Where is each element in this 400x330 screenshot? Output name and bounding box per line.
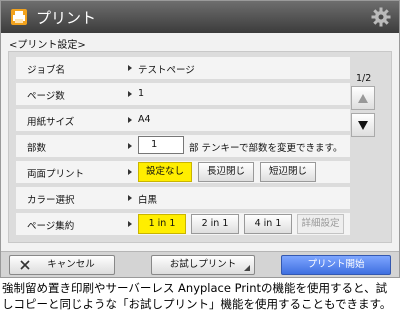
arrow-right-icon	[128, 195, 132, 201]
corner-marker-icon	[244, 265, 250, 271]
triangle-down-icon	[358, 121, 368, 130]
copies-hint: 部 テンキーで部数を変更できます。	[189, 143, 343, 154]
arrow-right-icon	[128, 65, 132, 71]
arrow-right-icon	[128, 169, 132, 175]
close-icon	[20, 260, 30, 270]
row-pages: ページ数 1	[16, 83, 350, 105]
duplex-short-edge-button[interactable]: 短辺閉じ	[260, 162, 316, 182]
arrow-right-icon	[128, 143, 132, 149]
arrow-right-icon	[128, 117, 132, 123]
duplex-label: 両面プリント	[27, 169, 85, 180]
cancel-button[interactable]: キャンセル	[9, 255, 115, 275]
paper-size-value: A4	[138, 114, 151, 125]
start-print-button[interactable]: プリント開始	[281, 255, 391, 275]
trial-print-label: お試しプリント	[169, 259, 237, 270]
row-job-name: ジョブ名 テストページ	[16, 57, 350, 79]
duplex-none-button[interactable]: 設定なし	[138, 162, 192, 182]
copies-input[interactable]: 1	[138, 136, 184, 154]
app-title: プリント	[36, 9, 97, 27]
page-counter: 1/2	[356, 73, 372, 84]
title-bar: プリント	[1, 1, 399, 33]
color-value: 白黒	[138, 195, 158, 206]
nup-1in1-button[interactable]: 1 in 1	[138, 214, 186, 234]
nup-4in1-button[interactable]: 4 in 1	[244, 214, 292, 234]
pages-value: 1	[138, 88, 145, 99]
row-nup: ページ集約 1 in 1 2 in 1 4 in 1 詳細設定	[16, 213, 350, 235]
nup-label: ページ集約	[27, 221, 75, 232]
row-color: カラー選択 白黒	[16, 187, 350, 209]
job-name-value: テストページ	[138, 65, 195, 76]
scroll-up-button[interactable]	[351, 86, 375, 110]
printer-icon	[11, 9, 27, 25]
paper-size-label: 用紙サイズ	[27, 117, 75, 128]
trial-print-button[interactable]: お試しプリント	[151, 255, 255, 275]
job-name-label: ジョブ名	[27, 65, 66, 76]
arrow-right-icon	[128, 91, 132, 97]
triangle-up-icon	[358, 94, 368, 103]
gear-icon[interactable]	[371, 7, 391, 27]
settings-panel: ジョブ名 テストページ ページ数 1 用紙サイズ A4 部数 1 部 テンキーで…	[8, 51, 392, 243]
nup-2in1-button[interactable]: 2 in 1	[191, 214, 239, 234]
row-copies: 部数 1 部 テンキーで部数を変更できます。	[16, 135, 350, 157]
screen-subtitle: <プリント設定>	[9, 40, 86, 51]
bottom-bar: キャンセル お試しプリント プリント開始	[1, 251, 399, 277]
copies-label: 部数	[27, 143, 47, 154]
arrow-right-icon	[128, 221, 132, 227]
print-screen: プリント <プリント設定> ジョブ名 テストページ ページ数 1 用紙サイズ A…	[0, 0, 400, 278]
row-duplex: 両面プリント 設定なし 長辺閉じ 短辺閉じ	[16, 161, 350, 183]
cancel-label: キャンセル	[47, 259, 95, 270]
duplex-long-edge-button[interactable]: 長辺閉じ	[198, 162, 254, 182]
color-label: カラー選択	[27, 195, 75, 206]
row-paper-size: 用紙サイズ A4	[16, 109, 350, 131]
caption-text: 強制留め置き印刷やサーバーレス Anyplace Printの機能を使用すると、…	[2, 281, 392, 311]
pages-label: ページ数	[27, 91, 65, 102]
scroll-down-button[interactable]	[351, 113, 375, 137]
nup-detail-button[interactable]: 詳細設定	[297, 214, 344, 234]
